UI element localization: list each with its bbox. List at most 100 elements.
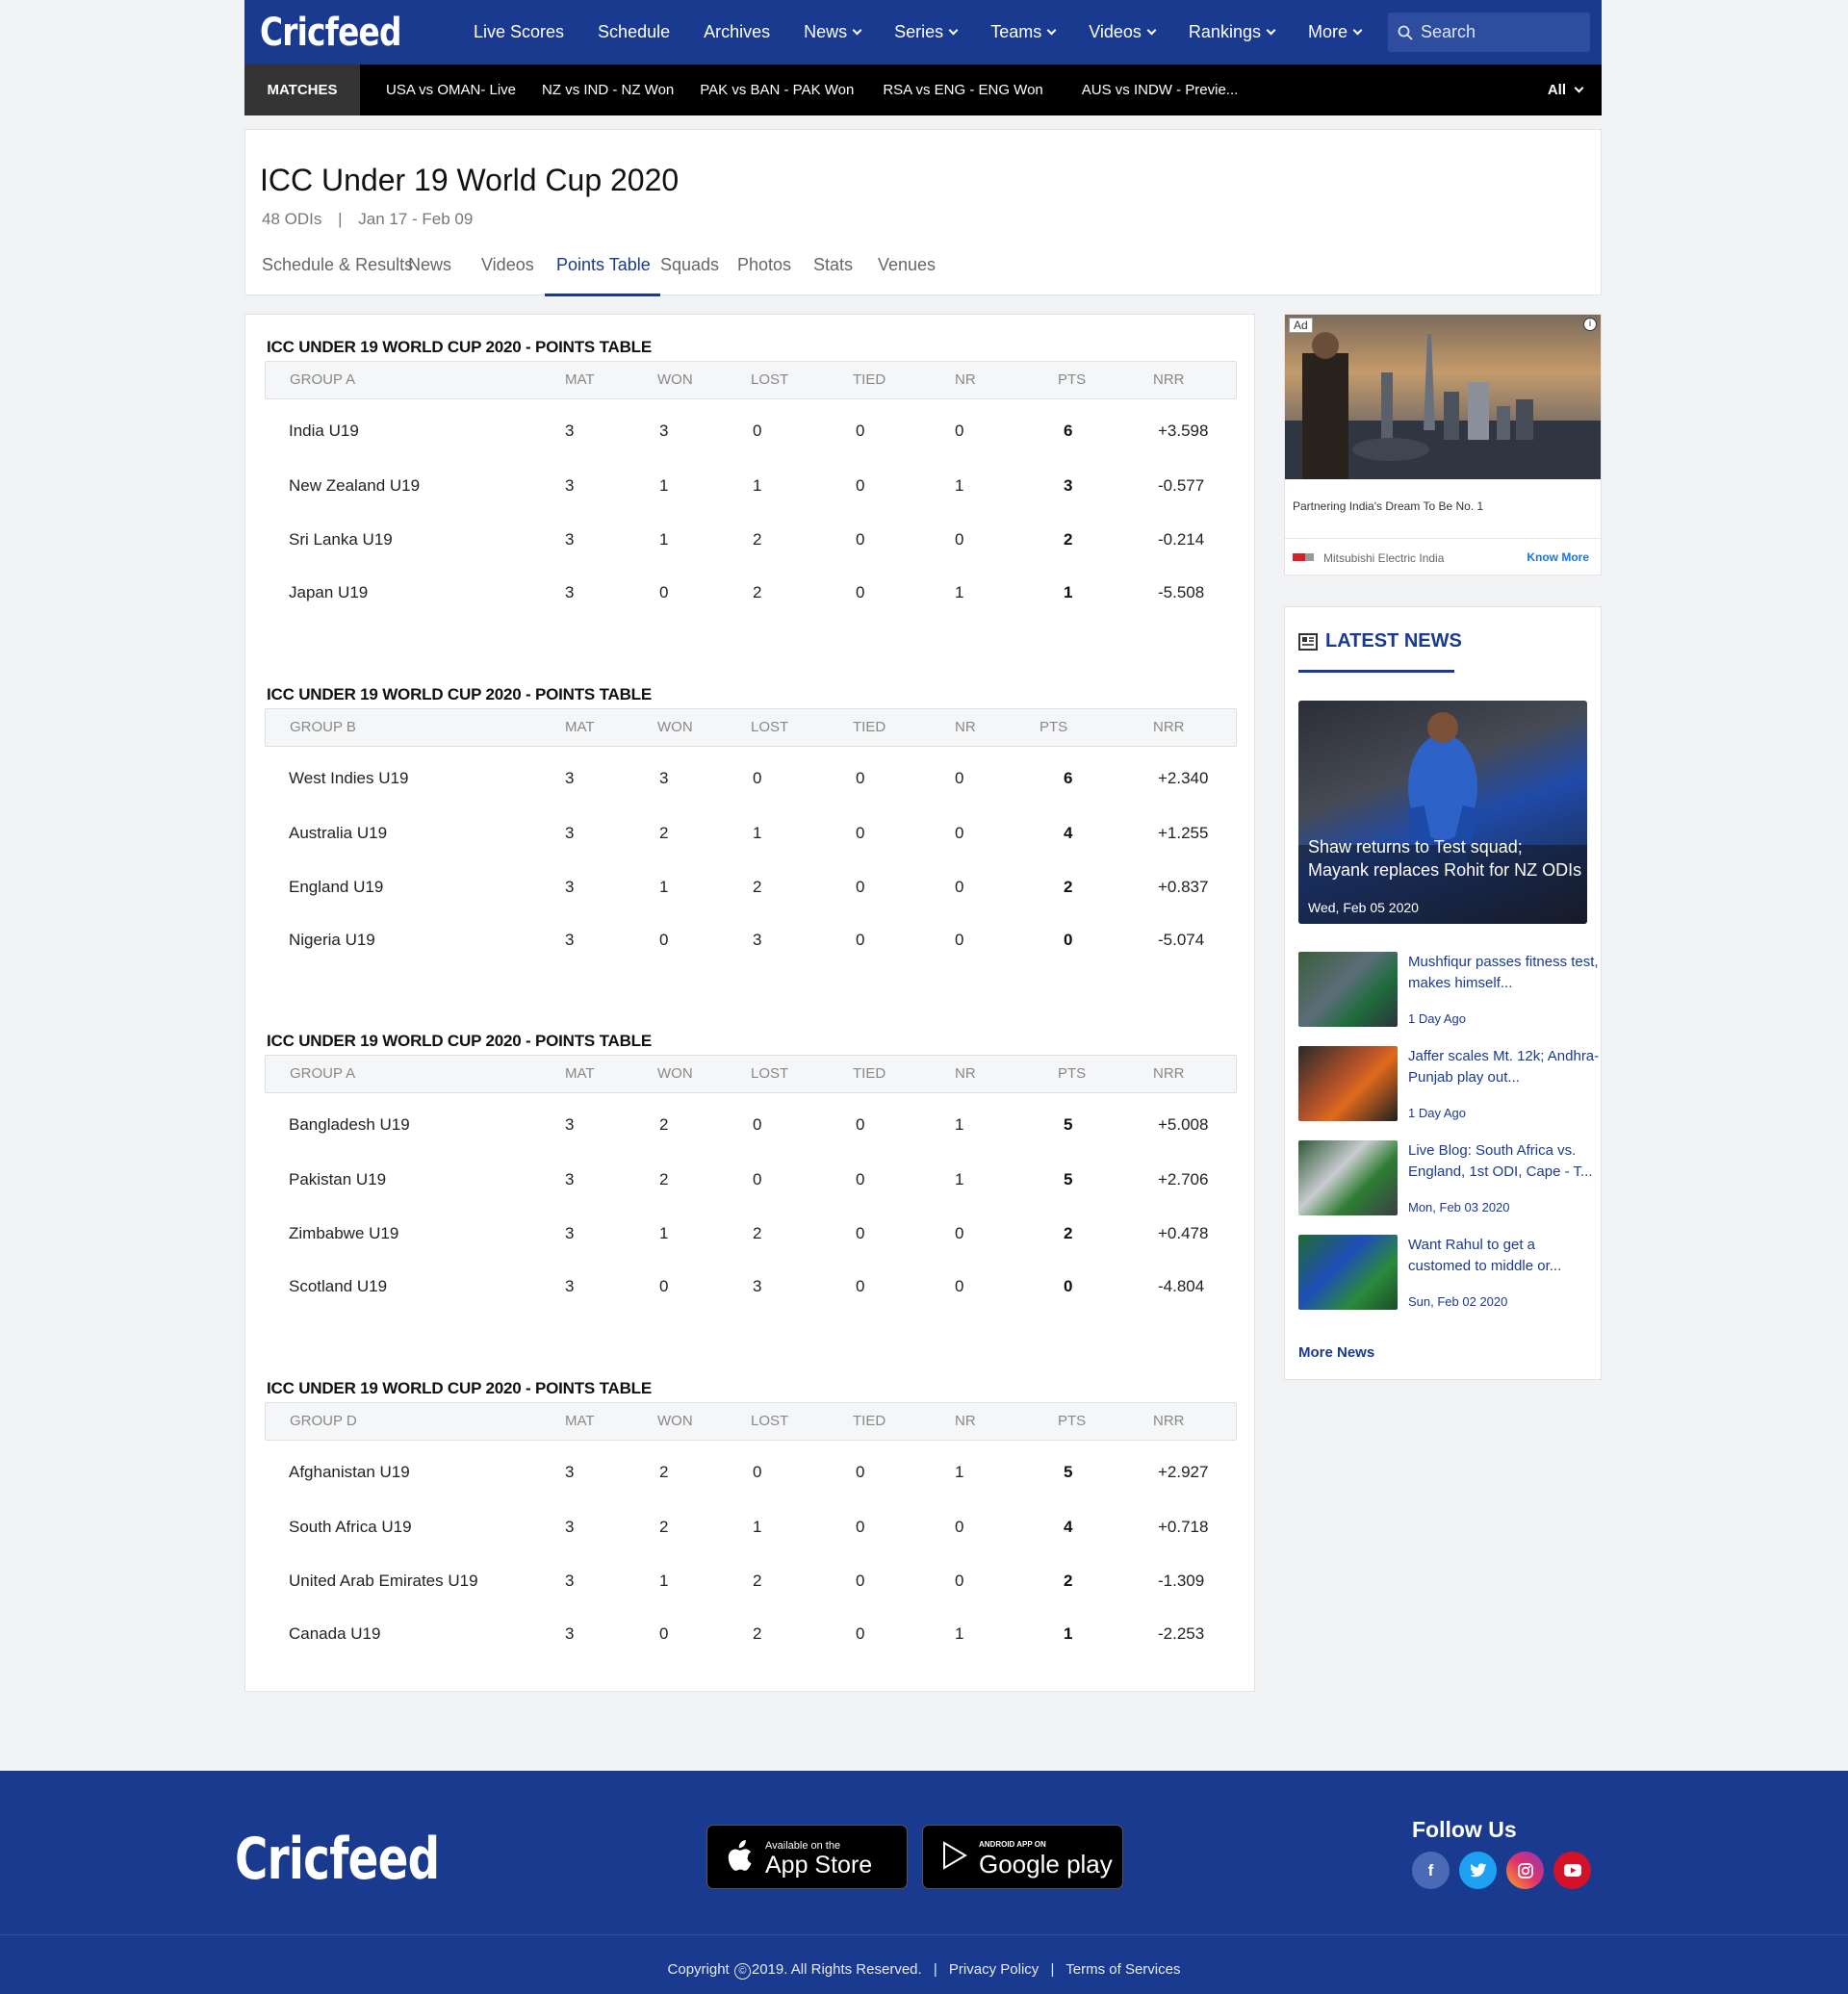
tab-points-table[interactable]: Points Table bbox=[545, 255, 660, 296]
site-logo[interactable]: Cricfeed bbox=[260, 11, 401, 55]
news-title[interactable]: Live Blog: South Africa vs. England, 1st… bbox=[1408, 1140, 1601, 1183]
twitter-icon[interactable] bbox=[1459, 1852, 1497, 1889]
table-row[interactable]: Zimbabwe U19 3 1 2 0 0 2 +0.478 bbox=[265, 1221, 1237, 1250]
table-row[interactable]: Bangladesh U19 3 2 0 0 1 5 +5.008 bbox=[265, 1112, 1237, 1141]
info-icon[interactable]: i bbox=[1583, 318, 1597, 331]
news-title[interactable]: Want Rahul to get a customed to middle o… bbox=[1408, 1235, 1601, 1277]
points-table-group: ICC UNDER 19 WORLD CUP 2020 - POINTS TAB… bbox=[265, 338, 1237, 655]
points-table-card: ICC UNDER 19 WORLD CUP 2020 - POINTS TAB… bbox=[244, 314, 1255, 1692]
match-link[interactable]: NZ vs IND - NZ Won bbox=[542, 82, 674, 98]
table-row[interactable]: Australia U19 3 2 1 0 0 4 +1.255 bbox=[265, 821, 1237, 850]
table-row[interactable]: Pakistan U19 3 2 0 0 1 5 +2.706 bbox=[265, 1167, 1237, 1196]
team-name[interactable]: Nigeria U19 bbox=[289, 931, 375, 950]
nav-item-teams[interactable]: Teams bbox=[990, 22, 1057, 42]
news-title[interactable]: Jaffer scales Mt. 12k; Andhra-Punjab pla… bbox=[1408, 1046, 1601, 1088]
tab-news[interactable]: News bbox=[408, 255, 451, 296]
team-name[interactable]: West Indies U19 bbox=[289, 769, 408, 788]
match-link[interactable]: PAK vs BAN - PAK Won bbox=[700, 82, 854, 98]
tab-photos[interactable]: Photos bbox=[737, 255, 791, 296]
matches-label[interactable]: MATCHES bbox=[244, 64, 360, 115]
cell-mat: 3 bbox=[565, 1170, 575, 1189]
more-news-link[interactable]: More News bbox=[1298, 1344, 1374, 1361]
team-name[interactable]: Japan U19 bbox=[289, 583, 368, 602]
team-name[interactable]: United Arab Emirates U19 bbox=[289, 1572, 478, 1591]
cell-nr: 1 bbox=[955, 1624, 964, 1643]
news-thumbnail[interactable] bbox=[1298, 1235, 1398, 1310]
cell-won: 1 bbox=[659, 878, 669, 896]
terms-link[interactable]: Terms of Services bbox=[1065, 1961, 1180, 1978]
team-name[interactable]: India U19 bbox=[289, 422, 359, 441]
nav-item-live-scores[interactable]: Live Scores bbox=[474, 22, 564, 42]
nav-item-archives[interactable]: Archives bbox=[704, 22, 770, 42]
team-name[interactable]: Bangladesh U19 bbox=[289, 1115, 410, 1135]
table-row[interactable]: Japan U19 3 0 2 0 1 1 -5.508 bbox=[265, 580, 1237, 609]
news-thumbnail[interactable] bbox=[1298, 1046, 1398, 1121]
news-hero-card[interactable]: Shaw returns to Test squad; Mayank repla… bbox=[1298, 701, 1587, 924]
table-row[interactable]: Scotland U19 3 0 3 0 0 0 -4.804 bbox=[265, 1274, 1237, 1303]
news-title[interactable]: Mushfiqur passes fitness test, makes him… bbox=[1408, 952, 1601, 994]
ad-cta-button[interactable]: Know More bbox=[1527, 550, 1589, 564]
nav-item-news[interactable]: News bbox=[804, 22, 862, 42]
team-name[interactable]: Pakistan U19 bbox=[289, 1170, 386, 1189]
table-row[interactable]: England U19 3 1 2 0 0 2 +0.837 bbox=[265, 875, 1237, 904]
match-link[interactable]: AUS vs INDW - Previe... bbox=[1082, 82, 1239, 98]
nav-item-videos[interactable]: Videos bbox=[1089, 22, 1157, 42]
team-name[interactable]: Scotland U19 bbox=[289, 1277, 387, 1296]
advertiser-logo-icon bbox=[1293, 553, 1314, 561]
footer-logo[interactable]: Cricfeed bbox=[235, 1826, 440, 1893]
table-row[interactable]: Nigeria U19 3 0 3 0 0 0 -5.074 bbox=[265, 928, 1237, 957]
instagram-icon[interactable] bbox=[1506, 1852, 1544, 1889]
nav-item-schedule[interactable]: Schedule bbox=[598, 22, 670, 42]
table-row[interactable]: South Africa U19 3 2 1 0 0 4 +0.718 bbox=[265, 1515, 1237, 1544]
nav-item-rankings[interactable]: Rankings bbox=[1189, 22, 1276, 42]
column-header-nrr: NRR bbox=[1153, 371, 1185, 388]
nav-item-more[interactable]: More bbox=[1308, 22, 1363, 42]
table-row[interactable]: New Zealand U19 3 1 1 0 1 3 -0.577 bbox=[265, 473, 1237, 502]
match-link[interactable]: RSA vs ENG - ENG Won bbox=[883, 82, 1042, 98]
google-play-button[interactable]: ANDROID APP ON Google play bbox=[922, 1825, 1123, 1889]
news-thumbnail[interactable] bbox=[1298, 1140, 1398, 1215]
team-name[interactable]: New Zealand U19 bbox=[289, 476, 420, 496]
cell-won: 0 bbox=[659, 1624, 669, 1643]
cell-won: 0 bbox=[659, 931, 669, 949]
hero-title[interactable]: Shaw returns to Test squad; Mayank repla… bbox=[1308, 835, 1582, 882]
table-row[interactable]: United Arab Emirates U19 3 1 2 0 0 2 -1.309 bbox=[265, 1569, 1237, 1598]
team-name[interactable]: Afghanistan U19 bbox=[289, 1463, 410, 1482]
table-row[interactable]: India U19 3 3 0 0 0 6 +3.598 bbox=[265, 419, 1237, 447]
cell-won: 2 bbox=[659, 1463, 669, 1481]
table-row[interactable]: Canada U19 3 0 2 0 1 1 -2.253 bbox=[265, 1622, 1237, 1650]
youtube-icon[interactable] bbox=[1553, 1852, 1591, 1889]
news-list-item[interactable]: Live Blog: South Africa vs. England, 1st… bbox=[1298, 1140, 1597, 1215]
copyright-bar: Copyright © 2019. All Rights Reserved. | … bbox=[0, 1961, 1848, 1980]
tab-venues[interactable]: Venues bbox=[878, 255, 936, 296]
tab-squads[interactable]: Squads bbox=[660, 255, 719, 296]
cell-lost: 2 bbox=[753, 583, 762, 601]
team-name[interactable]: South Africa U19 bbox=[289, 1518, 412, 1537]
team-name[interactable]: Australia U19 bbox=[289, 824, 387, 843]
table-row[interactable]: West Indies U19 3 3 0 0 0 6 +2.340 bbox=[265, 766, 1237, 795]
table-row[interactable]: Sri Lanka U19 3 1 2 0 0 2 -0.214 bbox=[265, 527, 1237, 556]
match-link[interactable]: USA vs OMAN- Live bbox=[386, 82, 516, 98]
news-list-item[interactable]: Jaffer scales Mt. 12k; Andhra-Punjab pla… bbox=[1298, 1046, 1599, 1121]
news-list-item[interactable]: Want Rahul to get a customed to middle o… bbox=[1298, 1235, 1597, 1310]
team-name[interactable]: Sri Lanka U19 bbox=[289, 530, 393, 550]
facebook-icon[interactable]: f bbox=[1412, 1852, 1450, 1889]
news-list-item[interactable]: Mushfiqur passes fitness test, makes him… bbox=[1298, 952, 1599, 1027]
tab-schedule-results[interactable]: Schedule & Results bbox=[262, 255, 413, 296]
team-name[interactable]: Zimbabwe U19 bbox=[289, 1224, 398, 1243]
team-name[interactable]: England U19 bbox=[289, 878, 383, 897]
tab-stats[interactable]: Stats bbox=[813, 255, 853, 296]
column-header-nr: NR bbox=[955, 719, 976, 735]
search-input[interactable]: Search bbox=[1388, 13, 1590, 52]
privacy-policy-link[interactable]: Privacy Policy bbox=[949, 1961, 1039, 1978]
team-name[interactable]: Canada U19 bbox=[289, 1624, 380, 1644]
ad-image[interactable]: Ad i bbox=[1285, 315, 1601, 479]
matches-filter-dropdown[interactable]: All bbox=[1548, 82, 1584, 98]
news-thumbnail[interactable] bbox=[1298, 952, 1398, 1027]
nav-item-series[interactable]: Series bbox=[894, 22, 959, 42]
table-row[interactable]: Afghanistan U19 3 2 0 0 1 5 +2.927 bbox=[265, 1460, 1237, 1489]
ad-text[interactable]: Partnering India's Dream To Be No. 1 bbox=[1293, 499, 1483, 513]
advertisement[interactable]: Ad i Partnering India's Dream To Be No. … bbox=[1284, 314, 1602, 575]
tab-videos[interactable]: Videos bbox=[481, 255, 534, 296]
app-store-button[interactable]: Available on the App Store bbox=[706, 1825, 908, 1889]
